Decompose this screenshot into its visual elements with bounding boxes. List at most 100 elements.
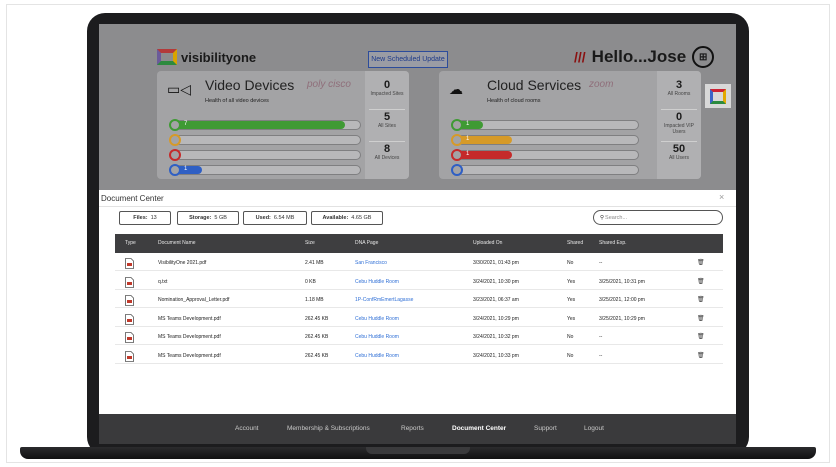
health-bar[interactable]: 7 — [169, 119, 367, 131]
greeting-text: Hello...Jose — [591, 47, 687, 66]
footer-link[interactable]: Document Center — [452, 425, 506, 432]
stat-label: All Users — [668, 155, 689, 161]
cell-uploaded: 3/30/2021, 01:43 pm — [473, 260, 519, 266]
wave-icon: /// — [574, 49, 586, 65]
used-label: Used: — [255, 215, 271, 221]
available-badge: Available: 4.65 GB — [311, 211, 383, 225]
status-ring-icon — [169, 149, 181, 161]
stat-label: Impacted VIP Users — [663, 123, 694, 135]
health-bar[interactable]: 1 — [451, 119, 645, 131]
table-row[interactable]: MS Teams Development.pdf 262.45 KB Cebu Hu… — [115, 310, 723, 327]
health-bar[interactable]: 1 — [451, 149, 645, 161]
dna-page-link[interactable]: Cebu Huddle Room — [355, 279, 399, 285]
footer-link[interactable]: Membership & Subscriptions — [287, 425, 370, 432]
cell-exp: -- — [599, 334, 603, 340]
menu-icon[interactable]: ⊞ — [692, 46, 715, 68]
cell-exp: -- — [599, 352, 603, 359]
cloud-services-panel[interactable]: ☁ Cloud Services Health of cloud rooms z… — [439, 71, 701, 179]
stat-divider — [661, 141, 697, 142]
app-logo[interactable]: visibilityone — [157, 49, 256, 65]
table-row[interactable]: VisibilityOne 2021.pdf 2.41 MB San Francis… — [115, 254, 723, 271]
health-bar-track — [175, 120, 361, 130]
stat-label: Impacted Sites — [370, 91, 404, 97]
health-count: 1 — [466, 136, 470, 142]
footer-link[interactable]: Account — [235, 425, 259, 432]
footer-link[interactable]: Support — [534, 425, 557, 432]
health-count: 1 — [184, 166, 188, 172]
footer-link[interactable]: Reports — [401, 425, 424, 432]
trash-icon[interactable]: 🗑 — [697, 278, 705, 285]
health-bar-track — [457, 165, 639, 175]
dna-page-link[interactable]: Cebu Huddle Room — [355, 353, 399, 359]
zoom-logo: zoom — [589, 79, 614, 90]
search-placeholder: Search... — [605, 214, 628, 221]
cell-name: q.txt — [158, 278, 168, 285]
status-ring-icon — [451, 119, 463, 131]
health-bar[interactable]: 1 — [451, 134, 645, 146]
pdf-file-icon — [125, 275, 134, 288]
cell-size: 262.45 KB — [305, 315, 329, 322]
cell-uploaded: 3/24/2021, 10:33 pm — [473, 352, 519, 359]
cell-uploaded: 3/24/2021, 10:29 pm — [473, 315, 519, 322]
files-count-badge: Files: 13 — [119, 211, 171, 225]
stat-value: 8 — [383, 143, 391, 155]
cell-name: MS Teams Development.pdf — [158, 352, 221, 359]
status-ring-icon — [451, 134, 463, 146]
health-bar[interactable] — [451, 164, 645, 176]
pdf-file-icon — [125, 256, 134, 269]
new-scheduled-update-button[interactable]: New Scheduled Update — [368, 51, 448, 68]
stat-value: 0 — [675, 111, 683, 123]
footer-link[interactable]: Logout — [584, 425, 604, 432]
table-row[interactable]: Nomination_Approval_Letter.pdf 1.18 MB 1P-… — [115, 291, 723, 308]
cell-size: 262.45 KB — [305, 334, 329, 340]
pdf-file-icon — [125, 293, 134, 306]
cell-uploaded: 3/24/2021, 10:30 pm — [473, 278, 519, 285]
poly-cisco-logo: poly cisco — [307, 79, 351, 90]
trash-icon[interactable]: 🗑 — [697, 333, 705, 340]
column-header: Uploaded On — [473, 240, 503, 246]
video-stats: 0 Impacted Sites 5 All Sites 8 All Devices — [365, 71, 409, 179]
stat-item: 3 All Rooms — [657, 79, 701, 97]
dna-page-link[interactable]: Cebu Huddle Room — [355, 334, 399, 340]
trash-icon[interactable]: 🗑 — [697, 296, 705, 303]
greeting: /// Hello...Jose ⊞ — [574, 46, 715, 68]
status-ring-icon — [451, 164, 463, 176]
dna-page-link[interactable]: 1P-ConfRmEmertLagasse — [355, 297, 413, 303]
trash-icon[interactable]: 🗑 — [697, 352, 705, 359]
cell-shared: No — [567, 260, 574, 266]
trash-icon[interactable]: 🗑 — [697, 259, 705, 266]
close-icon[interactable]: × — [719, 192, 724, 202]
dna-page-link[interactable]: Cebu Huddle Room — [355, 316, 399, 322]
status-ring-icon — [451, 149, 463, 161]
table-row[interactable]: MS Teams Development.pdf 262.45 KB Cebu Hu… — [115, 328, 723, 345]
document-center-modal: Document Center × Files: 13 Storage: 5 GB … — [99, 190, 736, 414]
dna-page-link[interactable]: San Francisco — [355, 260, 387, 266]
cloud-upload-icon: ☁ — [449, 81, 463, 97]
health-bar[interactable]: 1 — [169, 164, 367, 176]
cloud-services-title: Cloud Services — [487, 77, 582, 93]
health-bar[interactable] — [169, 134, 367, 146]
cell-shared: Yes — [567, 315, 576, 322]
used-value: 6.54 MB — [273, 215, 295, 221]
video-devices-title: Video Devices — [205, 77, 295, 93]
page: visibilityone New Scheduled Update /// H… — [0, 0, 836, 467]
cell-size: 2.41 MB — [305, 260, 324, 266]
video-devices-panel[interactable]: ▭◁ Video Devices Health of all video dev… — [157, 71, 409, 179]
cell-exp: -- — [599, 260, 603, 266]
health-bar[interactable] — [169, 149, 367, 161]
table-row[interactable]: q.txt 0 KB Cebu Huddle Room 3/24/2021, 10:3… — [115, 273, 723, 290]
cell-name: MS Teams Development.pdf — [158, 334, 221, 340]
cell-shared: No — [567, 352, 574, 359]
pdf-file-icon — [125, 312, 134, 325]
stat-item: 0 Impacted Sites — [365, 79, 409, 97]
table-row[interactable]: MS Teams Development.pdf 262.45 KB Cebu Hu… — [115, 347, 723, 364]
trash-icon[interactable]: 🗑 — [697, 315, 705, 322]
available-value: 4.65 GB — [351, 215, 372, 221]
search-input[interactable]: ⚲ Search... — [593, 210, 723, 225]
stat-value: 50 — [672, 143, 686, 155]
storage-value: 5 GB — [214, 215, 227, 221]
cell-exp: 3/25/2021, 10:31 pm — [599, 278, 645, 285]
pdf-file-icon — [125, 349, 134, 362]
laptop-screen: visibilityone New Scheduled Update /// H… — [99, 24, 736, 444]
cloud-services-subtitle: Health of cloud rooms — [487, 98, 541, 104]
